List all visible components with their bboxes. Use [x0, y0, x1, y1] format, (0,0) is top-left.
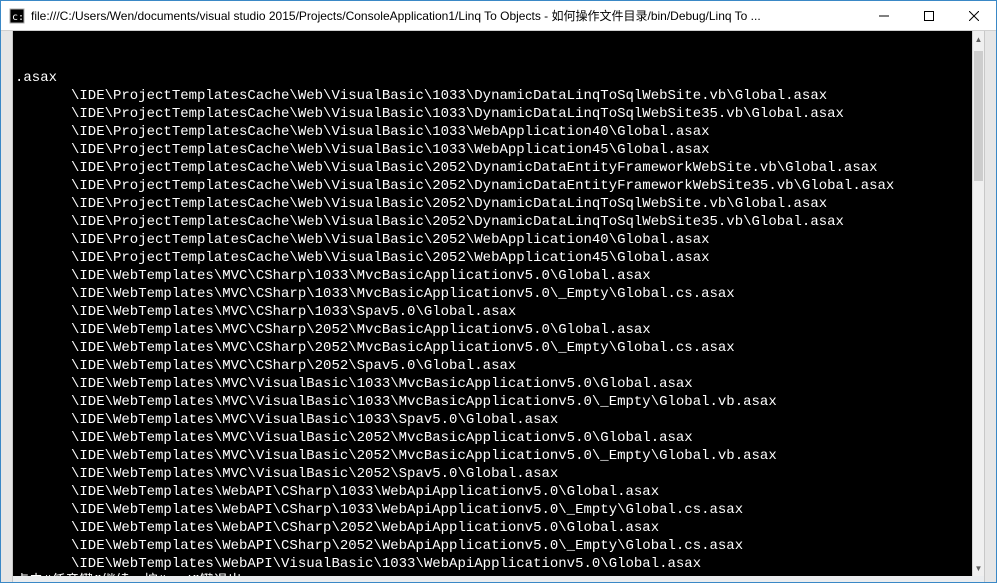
console-line: \IDE\WebTemplates\WebAPI\CSharp\1033\Web…: [15, 483, 970, 501]
scroll-down-icon[interactable]: ▼: [973, 560, 984, 576]
console-line: \IDE\ProjectTemplatesCache\Web\VisualBas…: [15, 123, 970, 141]
console-line: .asax: [15, 69, 970, 87]
console-line: \IDE\WebTemplates\MVC\CSharp\1033\MvcBas…: [15, 267, 970, 285]
host-left-panel: [1, 31, 13, 582]
console-line: \IDE\ProjectTemplatesCache\Web\VisualBas…: [15, 87, 970, 105]
window-title: file:///C:/Users/Wen/documents/visual st…: [31, 7, 861, 24]
console-line: \IDE\ProjectTemplatesCache\Web\VisualBas…: [15, 213, 970, 231]
console-line: \IDE\WebTemplates\MVC\VisualBasic\2052\S…: [15, 465, 970, 483]
console-line: \IDE\WebTemplates\MVC\VisualBasic\2052\M…: [15, 447, 970, 465]
console-line: \IDE\ProjectTemplatesCache\Web\VisualBas…: [15, 141, 970, 159]
close-button[interactable]: [951, 1, 996, 30]
console-line: \IDE\ProjectTemplatesCache\Web\VisualBas…: [15, 195, 970, 213]
console-line: \IDE\WebTemplates\MVC\CSharp\2052\MvcBas…: [15, 339, 970, 357]
scroll-thumb[interactable]: [974, 51, 983, 181]
scroll-track[interactable]: [973, 47, 984, 560]
console-line: \IDE\WebTemplates\MVC\VisualBasic\1033\M…: [15, 375, 970, 393]
console-line: \IDE\ProjectTemplatesCache\Web\VisualBas…: [15, 249, 970, 267]
console-output[interactable]: .asax\IDE\ProjectTemplatesCache\Web\Visu…: [13, 31, 972, 576]
console-prompt: 点击“任意键”继续，按“End”键退出: [15, 573, 970, 576]
svg-text:c:: c:: [12, 12, 24, 23]
console-line: \IDE\ProjectTemplatesCache\Web\VisualBas…: [15, 159, 970, 177]
console-line: \IDE\WebTemplates\MVC\VisualBasic\1033\M…: [15, 393, 970, 411]
app-icon: c:: [9, 8, 25, 24]
console-line: \IDE\WebTemplates\WebAPI\CSharp\2052\Web…: [15, 537, 970, 555]
console-scrollbar[interactable]: ▲ ▼: [972, 31, 984, 576]
console-line: \IDE\WebTemplates\WebAPI\VisualBasic\103…: [15, 555, 970, 573]
console-line: \IDE\WebTemplates\MVC\VisualBasic\2052\M…: [15, 429, 970, 447]
host-right-panel: [984, 31, 996, 582]
scroll-up-icon[interactable]: ▲: [973, 31, 984, 47]
console-line: \IDE\WebTemplates\WebAPI\CSharp\2052\Web…: [15, 519, 970, 537]
console-line: \IDE\WebTemplates\MVC\CSharp\1033\Spav5.…: [15, 303, 970, 321]
console-line: \IDE\ProjectTemplatesCache\Web\VisualBas…: [15, 177, 970, 195]
minimize-button[interactable]: [861, 1, 906, 30]
console-line: \IDE\ProjectTemplatesCache\Web\VisualBas…: [15, 105, 970, 123]
console-line: \IDE\WebTemplates\WebAPI\CSharp\1033\Web…: [15, 501, 970, 519]
console-line: \IDE\WebTemplates\MVC\VisualBasic\1033\S…: [15, 411, 970, 429]
window-controls: [861, 1, 996, 30]
console-line: \IDE\WebTemplates\MVC\CSharp\2052\MvcBas…: [15, 321, 970, 339]
console-line: \IDE\WebTemplates\MVC\CSharp\1033\MvcBas…: [15, 285, 970, 303]
titlebar[interactable]: c: file:///C:/Users/Wen/documents/visual…: [1, 1, 996, 31]
maximize-button[interactable]: [906, 1, 951, 30]
console-line: \IDE\ProjectTemplatesCache\Web\VisualBas…: [15, 231, 970, 249]
console-line: \IDE\WebTemplates\MVC\CSharp\2052\Spav5.…: [15, 357, 970, 375]
